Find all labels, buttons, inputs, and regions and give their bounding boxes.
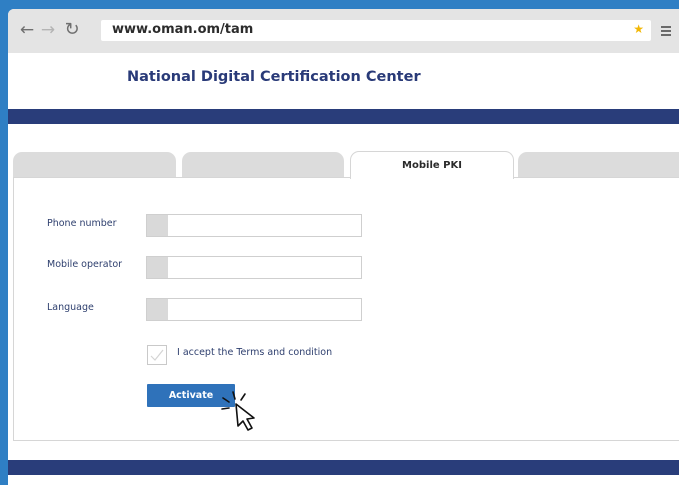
header-band	[8, 109, 679, 124]
footer-band	[8, 460, 679, 475]
language-label: Language	[47, 302, 94, 313]
reload-icon[interactable]: ↻	[63, 20, 81, 40]
tab-4[interactable]	[518, 152, 679, 178]
tab-mobile-pki-label: Mobile PKI	[402, 160, 462, 171]
operator-prefix-box	[147, 257, 168, 278]
phone-number-label: Phone number	[47, 218, 117, 229]
url-text: www.oman.om/tam	[112, 22, 254, 37]
browser-window: ← → ↻ www.oman.om/tam ★ National Digital…	[8, 9, 679, 485]
tab-mobile-pki[interactable]: Mobile PKI	[350, 151, 514, 179]
terms-checkbox[interactable]	[147, 345, 167, 365]
back-arrow-icon[interactable]: ←	[18, 20, 36, 40]
browser-toolbar: ← → ↻ www.oman.om/tam ★	[8, 9, 679, 53]
checkmark-icon	[150, 349, 164, 361]
phone-number-input[interactable]	[146, 214, 362, 237]
tab-2[interactable]	[182, 152, 344, 178]
bookmark-star-icon[interactable]: ★	[633, 22, 644, 36]
tab-1[interactable]	[13, 152, 176, 178]
pointer-cursor-icon	[221, 391, 255, 431]
mobile-operator-select[interactable]	[146, 256, 362, 279]
phone-prefix-box	[147, 215, 168, 236]
site-title: National Digital Certification Center	[127, 69, 421, 85]
mobile-operator-label: Mobile operator	[47, 259, 123, 270]
hamburger-menu-icon[interactable]	[661, 26, 671, 36]
language-prefix-box	[147, 299, 168, 320]
language-select[interactable]	[146, 298, 362, 321]
terms-label: I accept the Terms and condition	[177, 347, 333, 358]
address-bar[interactable]: www.oman.om/tam ★	[101, 20, 651, 41]
forward-arrow-icon[interactable]: →	[39, 20, 57, 40]
